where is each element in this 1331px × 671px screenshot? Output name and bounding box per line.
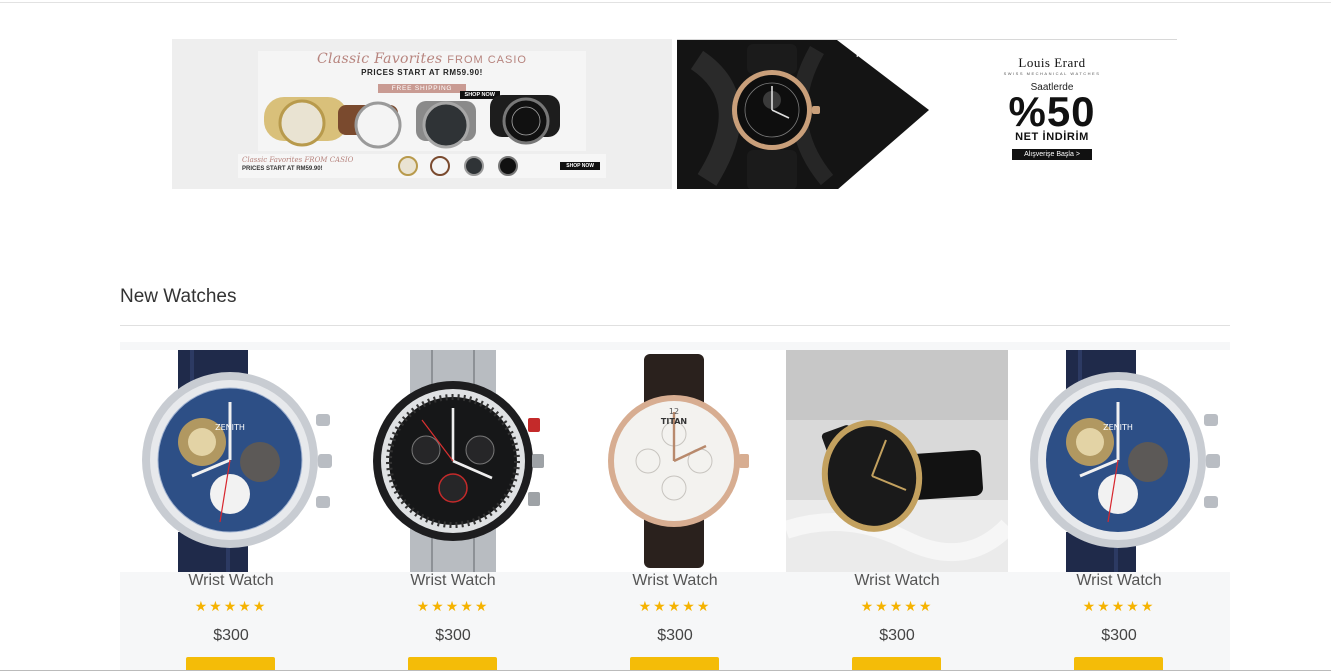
product-price: $300 (213, 627, 249, 644)
casio-strip-watches-image (398, 156, 518, 176)
add-to-cart-button[interactable]: Add to Cart (1074, 657, 1163, 671)
louis-erard-promo-banner[interactable]: ÜCRETSİZ KARGO Louis Erard SWISS MECHANI… (677, 39, 1177, 189)
product-name[interactable]: Wrist Watch (120, 572, 342, 590)
product-price: $300 (1101, 627, 1137, 644)
product-name[interactable]: Wrist Watch (342, 572, 564, 590)
rating-stars: ★★★★★ (860, 598, 934, 614)
svg-text:ZENITH: ZENITH (1103, 423, 1133, 432)
top-divider (0, 2, 1331, 3)
louis-erard-offer: Louis Erard SWISS MECHANICAL WATCHES Saa… (977, 55, 1127, 161)
svg-text:12: 12 (669, 407, 679, 416)
louis-erard-watch-image (677, 40, 929, 189)
product-name[interactable]: Wrist Watch (564, 572, 786, 590)
section-title: New Watches (120, 286, 237, 307)
product-name[interactable]: Wrist Watch (786, 572, 1008, 590)
brand-name: Louis Erard (1018, 55, 1086, 70)
casio-banner-content: Classic Favorites FROM CASIO PRICES STAR… (258, 51, 586, 151)
casio-banner-title: Classic Favorites FROM CASIO (317, 51, 527, 67)
add-to-cart-button[interactable]: Add to Cart (630, 657, 719, 671)
brand-subtitle: SWISS MECHANICAL WATCHES (1003, 71, 1101, 76)
product-image[interactable] (786, 350, 1008, 572)
add-to-cart-button[interactable]: Add to Cart (186, 657, 275, 671)
product-card[interactable]: Wrist Watch ★★★★★ $300 Add to Cart (786, 342, 1008, 671)
net-discount-label: NET İNDİRİM (1015, 131, 1089, 143)
product-image[interactable] (342, 350, 564, 572)
casio-price-line: PRICES START AT RM59.90! (361, 68, 483, 77)
product-name[interactable]: Wrist Watch (1008, 572, 1230, 590)
svg-text:TITAN: TITAN (661, 417, 687, 426)
add-to-cart-button[interactable]: Add to Cart (852, 657, 941, 671)
product-image[interactable]: ZENITH (120, 350, 342, 572)
product-carousel: ZENITH Wrist Watch ★★★★★ $300 Add to Car… (120, 342, 1230, 671)
casio-promo-banner[interactable]: Classic Favorites FROM CASIO PRICES STAR… (172, 39, 672, 189)
rating-stars: ★★★★★ (638, 598, 712, 614)
add-to-cart-button[interactable]: Add to Cart (408, 657, 497, 671)
casio-strip-shop-now-button[interactable]: SHOP NOW (560, 162, 600, 170)
rating-stars: ★★★★★ (1082, 598, 1156, 614)
free-shipping-badge: ÜCRETSİZ KARGO (851, 44, 890, 59)
product-card[interactable]: ZENITH Wrist Watch ★★★★★ $300 Add to Car… (1008, 342, 1230, 671)
product-card[interactable]: Wrist Watch ★★★★★ $300 Add to Cart (342, 342, 564, 671)
rating-stars: ★★★★★ (416, 598, 490, 614)
product-card[interactable]: ZENITH Wrist Watch ★★★★★ $300 Add to Car… (120, 342, 342, 671)
start-shopping-button[interactable]: Alışverişe Başla > (1012, 149, 1092, 160)
product-price: $300 (657, 627, 693, 644)
casio-watches-image (264, 95, 560, 149)
section-divider (120, 325, 1230, 326)
product-price: $300 (435, 627, 471, 644)
product-image[interactable]: TITAN 12 (564, 350, 786, 572)
product-price: $300 (879, 627, 915, 644)
product-card[interactable]: TITAN 12 Wrist Watch ★★★★★ $300 Add to C… (564, 342, 786, 671)
casio-free-shipping: FREE SHIPPING (377, 84, 467, 93)
casio-secondary-strip: Classic Favorites FROM CASIO PRICES STAR… (238, 154, 606, 178)
rating-stars: ★★★★★ (194, 598, 268, 614)
product-image[interactable]: ZENITH (1008, 350, 1230, 572)
discount-percent: %50 (1008, 88, 1096, 135)
svg-text:ZENITH: ZENITH (215, 423, 245, 432)
